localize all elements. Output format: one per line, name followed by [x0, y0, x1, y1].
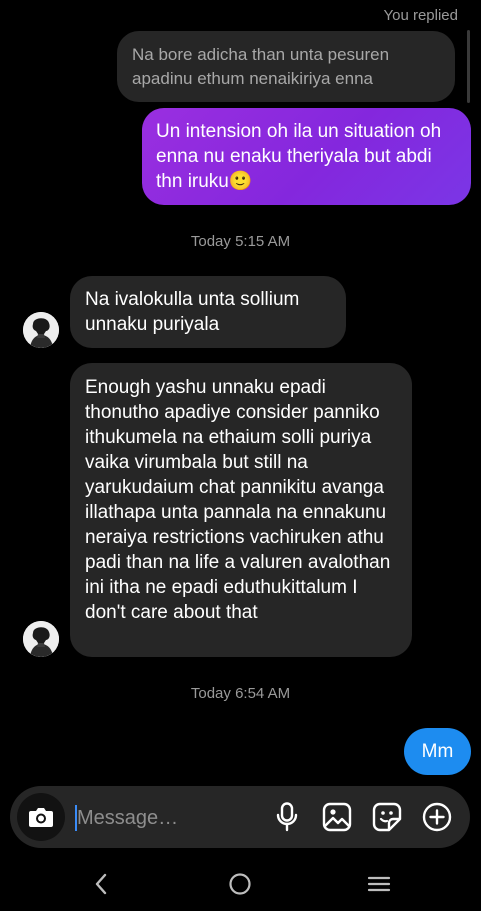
- camera-button[interactable]: [17, 793, 65, 841]
- gallery-icon: [322, 802, 352, 832]
- back-button[interactable]: [81, 864, 121, 904]
- avatar[interactable]: [23, 621, 59, 657]
- quote-indicator-bar: [467, 30, 470, 103]
- sent-message-bubble[interactable]: Un intension oh ila un situation oh enna…: [142, 108, 471, 205]
- quoted-message-bubble[interactable]: Na bore adicha than unta pesuren apadinu…: [117, 31, 455, 102]
- sticker-button[interactable]: [371, 801, 403, 833]
- recents-button[interactable]: [359, 864, 399, 904]
- timestamp-separator: Today 5:15 AM: [190, 233, 291, 250]
- add-button[interactable]: [421, 801, 453, 833]
- gallery-button[interactable]: [321, 801, 353, 833]
- microphone-icon: [276, 802, 298, 832]
- camera-icon: [29, 808, 53, 827]
- received-message-bubble[interactable]: Enough yashu unnaku epadi thonutho apadi…: [70, 363, 412, 657]
- sent-message-text: Mm: [421, 741, 454, 762]
- microphone-button[interactable]: [271, 801, 303, 833]
- home-icon: [229, 873, 251, 895]
- smiling-face-emoji: 🙂: [228, 171, 253, 192]
- home-button[interactable]: [220, 864, 260, 904]
- received-message-text: Enough yashu unnaku epadi thonutho apadi…: [85, 377, 391, 623]
- recents-icon: [367, 876, 391, 892]
- sticker-icon: [372, 802, 402, 832]
- sent-message-bubble[interactable]: Mm: [404, 728, 471, 775]
- back-icon: [95, 873, 107, 895]
- sent-message-text: Un intension oh ila un situation oh enna…: [156, 121, 442, 192]
- you-replied-label: You replied: [383, 7, 458, 24]
- quoted-message-text: Na bore adicha than unta pesuren apadinu…: [132, 45, 390, 88]
- avatar-photo: [23, 312, 59, 348]
- received-message-text: Na ivalokulla unta sollium unnaku puriya…: [85, 289, 300, 335]
- timestamp-separator: Today 6:54 AM: [190, 685, 291, 702]
- add-icon: [422, 802, 452, 832]
- message-input[interactable]: [77, 800, 257, 836]
- avatar[interactable]: [23, 312, 59, 348]
- avatar-photo: [23, 621, 59, 657]
- received-message-bubble[interactable]: Na ivalokulla unta sollium unnaku puriya…: [70, 276, 346, 348]
